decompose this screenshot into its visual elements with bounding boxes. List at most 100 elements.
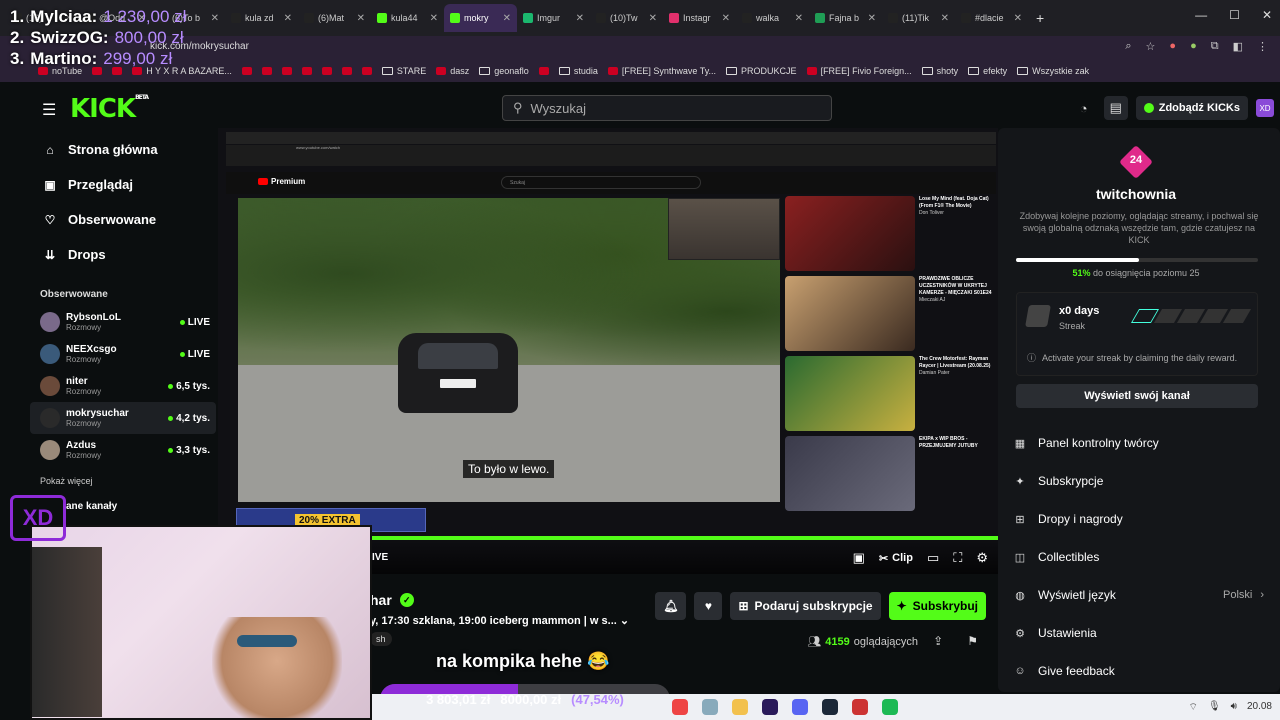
bookmark-star-icon[interactable]: ☆	[1146, 40, 1156, 53]
bookmark-item[interactable]	[361, 67, 372, 75]
bookmark-item[interactable]: [FREE] Fivio Foreign...	[806, 66, 912, 76]
menu-feedback[interactable]: ☺ Give feedback	[1012, 652, 1264, 690]
nav-home[interactable]: ⌂ Strona główna	[30, 132, 216, 167]
stream-video[interactable]: www.youtube.com/watch Premium Szukaj To …	[218, 128, 998, 574]
view-channel-button[interactable]: Wyświetl swój kanał	[1016, 384, 1258, 408]
extension-icon[interactable]: ●	[1190, 40, 1197, 53]
bookmark-item[interactable]	[341, 67, 352, 75]
tab-close-icon[interactable]: ✕	[722, 13, 730, 24]
browser-tab[interactable]: kula zd ✕	[225, 4, 298, 32]
clock-text[interactable]: 20.08	[1247, 701, 1272, 714]
explorer-taskbar-icon[interactable]	[732, 699, 748, 715]
nav-heart[interactable]: ♡ Obserwowane	[30, 202, 216, 237]
menu-gift[interactable]: ⊞ Dropy i nagrody	[1012, 500, 1264, 538]
bookmark-item[interactable]	[241, 67, 252, 75]
bookmark-item[interactable]	[321, 67, 332, 75]
browser-tab[interactable]: kula44 ✕	[371, 4, 444, 32]
menu-icon[interactable]: ⋮	[1257, 40, 1268, 53]
wifi-icon[interactable]: ⌔	[1189, 701, 1198, 714]
bookmark-item[interactable]: PRODUKCJE	[726, 66, 797, 76]
tab-close-icon[interactable]: ✕	[430, 13, 438, 24]
follow-heart-button[interactable]: ♥	[694, 592, 723, 620]
hamburger-menu-icon[interactable]: ☰	[42, 100, 56, 120]
extension-icon[interactable]: ●	[1169, 40, 1176, 53]
tab-close-icon[interactable]: ✕	[284, 13, 292, 24]
menu-gear[interactable]: ⚙ Ustawienia	[1012, 614, 1264, 652]
bookmark-item[interactable]	[261, 67, 272, 75]
bookmark-item[interactable]: STARE	[381, 66, 426, 76]
share-icon[interactable]: ⇪	[933, 634, 943, 648]
bookmark-item[interactable]: Wszystkie zak	[1017, 66, 1089, 76]
bookmark-item[interactable]: efekty	[968, 66, 1007, 76]
mic-icon[interactable]: 🎙︎	[1208, 701, 1221, 714]
tab-close-icon[interactable]: ✕	[357, 13, 365, 24]
notifications-bell-button[interactable]: 🔔︎	[655, 592, 687, 620]
browser-tab[interactable]: Instagr ✕	[663, 4, 736, 32]
stream-tag[interactable]: sh	[370, 632, 392, 646]
steam-taskbar-icon[interactable]	[822, 699, 838, 715]
bookmark-item[interactable]: geonaflo	[479, 66, 529, 76]
followed-channel[interactable]: mokrysuchar Rozmowy 4,2 tys.	[30, 402, 216, 434]
bookmark-item[interactable]	[281, 67, 292, 75]
premiere-taskbar-icon[interactable]	[762, 699, 778, 715]
bookmark-item[interactable]: [FREE] Synthwave Ty...	[607, 66, 716, 76]
subscribe-button[interactable]: ✦ Subskrybuj	[888, 592, 986, 620]
expand-chevron-icon[interactable]: ⌄	[620, 615, 629, 627]
zoom-icon[interactable]: ⌕	[1125, 40, 1131, 53]
streamer-name[interactable]: har ✓	[370, 592, 414, 608]
new-tab-icon[interactable]: +	[1036, 10, 1044, 26]
browser-tab[interactable]: Imgur ✕	[517, 4, 590, 32]
minimize-icon[interactable]: —	[1195, 8, 1207, 22]
theater-mode-icon[interactable]: ▣	[853, 550, 865, 566]
followed-channel[interactable]: Azdus Rozmowy 3,3 tys.	[30, 434, 216, 466]
pip-icon[interactable]: ▭	[927, 550, 939, 566]
profile-icon[interactable]: ◧	[1233, 40, 1243, 53]
browser-tab[interactable]: (6)Mat ✕	[298, 4, 371, 32]
bookmark-item[interactable]	[301, 67, 312, 75]
volume-icon[interactable]: 🔊︎	[1231, 701, 1237, 714]
browser-tab[interactable]: #dlacie ✕	[955, 4, 1028, 32]
get-kicks-button[interactable]: Zdobądź KICKs	[1135, 96, 1248, 120]
settings-gear-icon[interactable]: ⚙	[976, 550, 988, 566]
bookmark-item[interactable]: dasz	[436, 66, 469, 76]
search-input[interactable]: ⚲ Wyszukaj	[502, 95, 832, 121]
browser-tab[interactable]: (10)Tw ✕	[590, 4, 663, 32]
tab-close-icon[interactable]: ✕	[211, 13, 219, 24]
app-taskbar-icon[interactable]	[702, 699, 718, 715]
browser-tab[interactable]: Fajna b ✕	[809, 4, 882, 32]
tab-close-icon[interactable]: ✕	[576, 13, 584, 24]
maximize-icon[interactable]: ☐	[1229, 8, 1240, 22]
report-icon[interactable]: ⚑	[967, 634, 978, 648]
browser-tab[interactable]: mokry ✕	[444, 4, 517, 32]
menu-globe[interactable]: ◍ Wyświetl język Polski ›	[1012, 576, 1264, 614]
bookmark-item[interactable]: studia	[558, 66, 598, 76]
kick-logo[interactable]: KICKBETA	[70, 94, 149, 124]
discord-taskbar-icon[interactable]	[792, 699, 808, 715]
inbox-icon[interactable]: ▤	[1103, 96, 1128, 120]
menu-sparkle[interactable]: ✦ Subskrypcje	[1012, 462, 1264, 500]
followed-channel[interactable]: NEEXcsgo Rozmowy LIVE	[30, 338, 216, 370]
tab-close-icon[interactable]: ✕	[795, 13, 803, 24]
user-avatar[interactable]: XD	[1256, 99, 1274, 117]
nav-drops[interactable]: ⇊ Drops	[30, 237, 216, 272]
app-taskbar-icon[interactable]	[852, 699, 868, 715]
bookmark-item[interactable]: shoty	[921, 66, 958, 76]
tab-close-icon[interactable]: ✕	[649, 13, 657, 24]
spotify-taskbar-icon[interactable]	[882, 699, 898, 715]
fullscreen-icon[interactable]: ⛶	[953, 550, 962, 566]
browser-tab[interactable]: walka ✕	[736, 4, 809, 32]
browser-tab[interactable]: (11)Tik ✕	[882, 4, 955, 32]
notification-icon[interactable]: ◔	[1072, 96, 1096, 120]
tab-close-icon[interactable]: ✕	[941, 13, 949, 24]
followed-channel[interactable]: niter Rozmowy 6,5 tys.	[30, 370, 216, 402]
tab-close-icon[interactable]: ✕	[1014, 13, 1022, 24]
clip-button[interactable]: ✂ Clip	[879, 552, 913, 565]
close-window-icon[interactable]: ✕	[1262, 8, 1272, 22]
gift-subs-button[interactable]: ⊞ Podaruj subskrypcje	[730, 592, 881, 620]
menu-dashboard[interactable]: ▦ Panel kontrolny twórcy	[1012, 424, 1264, 462]
bookmark-item[interactable]	[538, 67, 549, 75]
nav-browse[interactable]: ▣ Przeglądaj	[30, 167, 216, 202]
followed-channel[interactable]: RybsonLoL Rozmowy LIVE	[30, 306, 216, 338]
tab-close-icon[interactable]: ✕	[503, 13, 511, 24]
menu-collectibles[interactable]: ◫ Collectibles	[1012, 538, 1264, 576]
